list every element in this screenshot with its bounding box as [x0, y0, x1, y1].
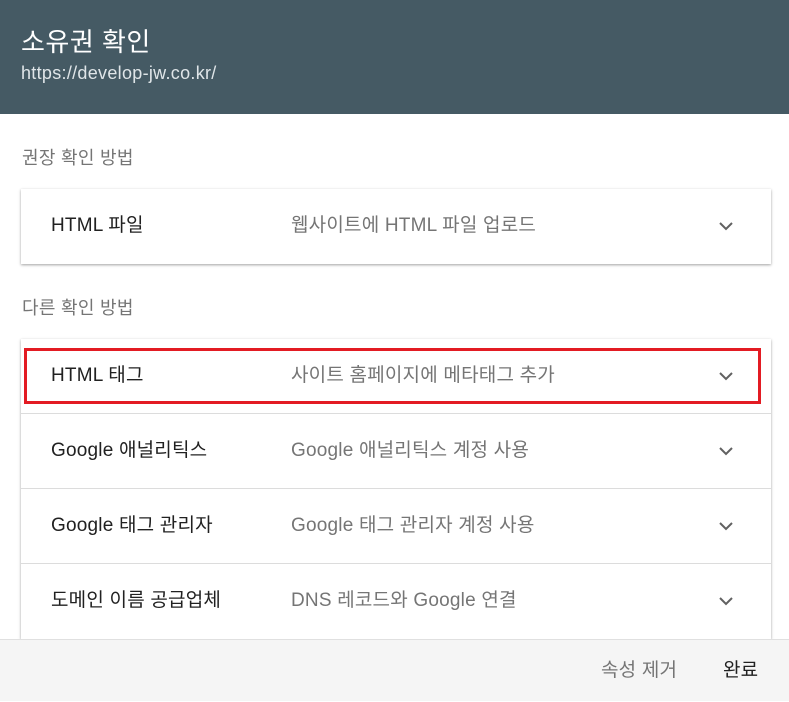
method-html-file[interactable]: HTML 파일 웹사이트에 HTML 파일 업로드: [21, 189, 771, 264]
method-google-tag-manager[interactable]: Google 태그 관리자 Google 태그 관리자 계정 사용: [21, 489, 771, 564]
dialog-header: 소유권 확인 https://develop-jw.co.kr/: [0, 0, 789, 114]
method-name: Google 애널리틱스: [51, 440, 208, 461]
chevron-down-icon[interactable]: [718, 443, 734, 459]
other-methods-card: HTML 태그 사이트 홈페이지에 메타태그 추가 Google 애널리틱스 G…: [21, 339, 771, 639]
chevron-down-icon[interactable]: [718, 593, 734, 609]
dialog-title: 소유권 확인: [21, 27, 151, 57]
remove-property-button[interactable]: 속성 제거: [601, 640, 677, 702]
dialog-footer: 속성 제거 완료: [0, 639, 789, 701]
method-description: DNS 레코드와 Google 연결: [291, 590, 517, 611]
method-name: HTML 태그: [51, 365, 144, 386]
method-google-analytics[interactable]: Google 애널리틱스 Google 애널리틱스 계정 사용: [21, 414, 771, 489]
method-html-tag[interactable]: HTML 태그 사이트 홈페이지에 메타태그 추가: [21, 339, 771, 414]
method-description: Google 태그 관리자 계정 사용: [291, 515, 535, 536]
method-name: Google 태그 관리자: [51, 515, 213, 536]
recommended-section-label: 권장 확인 방법: [22, 148, 134, 168]
done-button[interactable]: 완료: [723, 640, 758, 702]
chevron-down-icon[interactable]: [718, 218, 734, 234]
method-name: HTML 파일: [51, 215, 144, 236]
property-url: https://develop-jw.co.kr/: [21, 63, 217, 83]
chevron-down-icon[interactable]: [718, 518, 734, 534]
method-domain-provider[interactable]: 도메인 이름 공급업체 DNS 레코드와 Google 연결: [21, 564, 771, 639]
chevron-down-icon[interactable]: [718, 368, 734, 384]
method-description: 사이트 홈페이지에 메타태그 추가: [291, 365, 555, 386]
recommended-methods-card: HTML 파일 웹사이트에 HTML 파일 업로드: [21, 189, 771, 264]
other-section-label: 다른 확인 방법: [22, 298, 134, 318]
method-description: Google 애널리틱스 계정 사용: [291, 440, 530, 461]
method-name: 도메인 이름 공급업체: [51, 590, 222, 611]
method-description: 웹사이트에 HTML 파일 업로드: [291, 215, 537, 236]
